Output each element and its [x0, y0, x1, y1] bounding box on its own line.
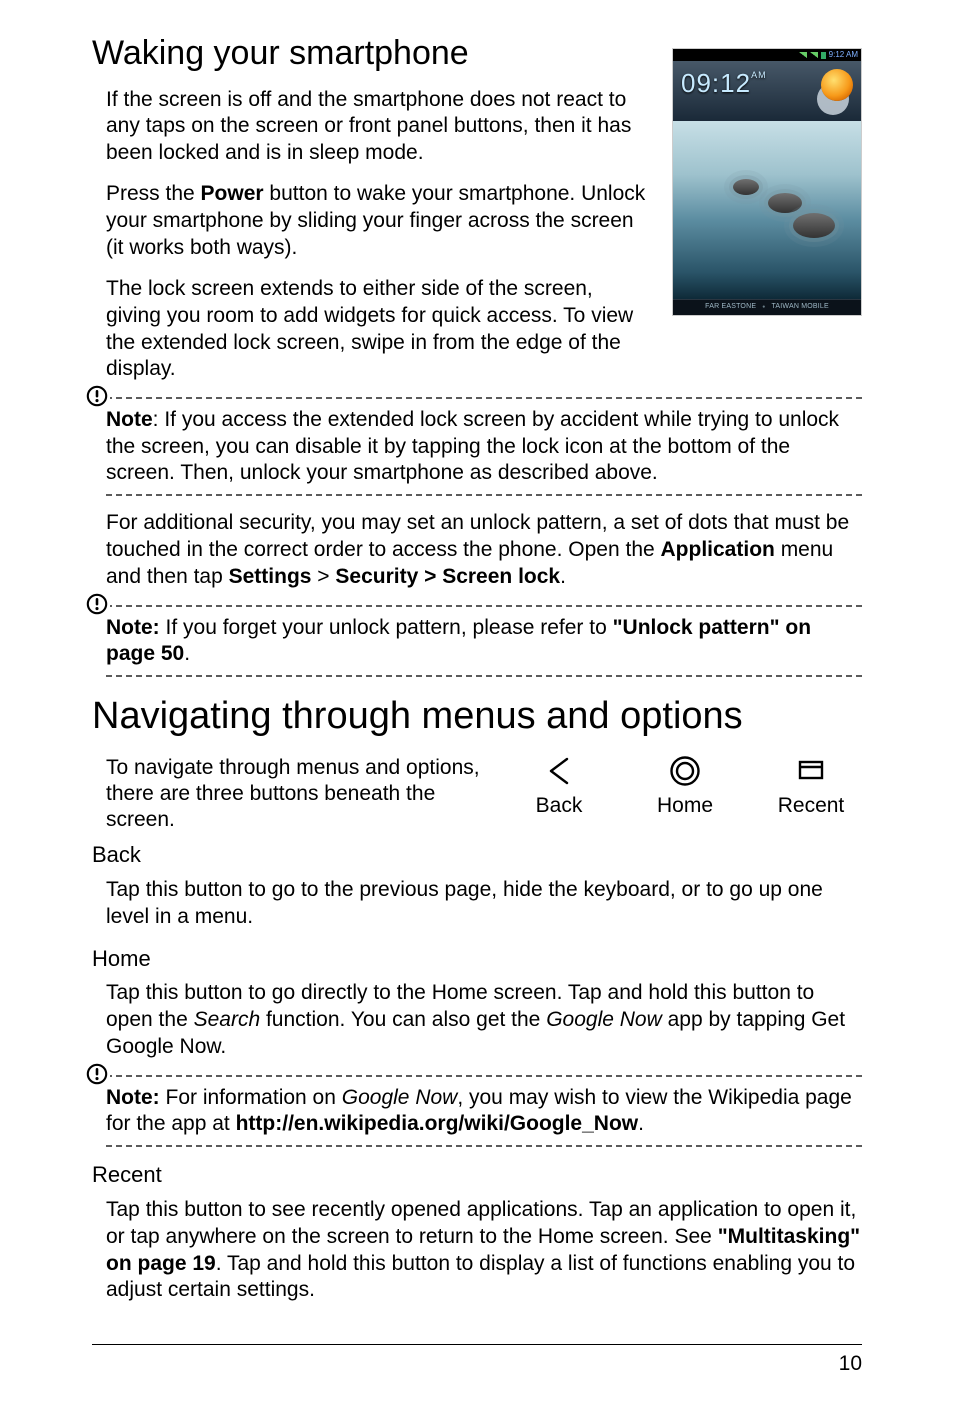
- text: .: [184, 642, 190, 665]
- lockscreen-top: 09:12AM: [673, 61, 861, 121]
- heading-navigating: Navigating through menus and options: [92, 693, 862, 741]
- lockscreen-carrier-bar: FAR EASTONE ● TAIWAN MOBILE: [673, 299, 861, 315]
- stone-graphic: [733, 179, 759, 195]
- back-label: Back: [536, 793, 583, 819]
- signal-icon: [810, 52, 818, 58]
- note-unlock-pattern: Note: If you forget your unlock pattern,…: [92, 605, 862, 678]
- battery-icon: [821, 52, 826, 59]
- home-subhead: Home: [92, 945, 862, 973]
- nav-icons-row: Back Home Recent: [514, 753, 856, 819]
- weather-icon: [821, 69, 853, 101]
- recent-icon: [793, 753, 829, 789]
- back-subhead: Back: [92, 841, 862, 869]
- carrier-b: TAIWAN MOBILE: [771, 303, 828, 312]
- security-path: Security > Screen lock: [335, 565, 560, 588]
- note-text: Note: If you access the extended lock sc…: [106, 407, 862, 486]
- signal-icon: [799, 52, 807, 58]
- text: : If you access the extended lock screen…: [106, 408, 839, 484]
- text: function. You can also get the: [260, 1008, 546, 1031]
- navigating-intro: To navigate through menus and options, t…: [106, 755, 504, 834]
- note-text: Note: If you forget your unlock pattern,…: [106, 615, 862, 668]
- home-icon: [667, 753, 703, 789]
- stone-graphic: [793, 213, 835, 238]
- status-time: 9:12 AM: [829, 50, 858, 60]
- text: .: [560, 565, 566, 588]
- text: Press the: [106, 182, 201, 205]
- text: . Tap and hold this button to display a …: [106, 1252, 855, 1302]
- recent-body: Tap this button to see recently opened a…: [106, 1197, 862, 1305]
- stone-graphic: [768, 193, 802, 213]
- note-label: Note:: [106, 1086, 160, 1109]
- google-now-em: Google Now: [546, 1008, 662, 1031]
- back-icon: [541, 753, 577, 789]
- lockscreen-ampm: AM: [751, 70, 767, 80]
- nav-recent: Recent: [766, 753, 856, 819]
- back-body: Tap this button to go to the previous pa…: [106, 877, 862, 931]
- carrier-a: FAR EASTONE: [705, 303, 756, 312]
- lockscreen-status-bar: 9:12 AM: [673, 49, 861, 61]
- nav-home: Home: [640, 753, 730, 819]
- text: For information on: [160, 1086, 342, 1109]
- alert-icon: [86, 593, 110, 615]
- lockscreen-time: 09:12: [681, 68, 751, 98]
- text: >: [311, 565, 335, 588]
- waking-p4: For additional security, you may set an …: [106, 510, 862, 591]
- note-label: Note: [106, 408, 153, 431]
- page-number: 10: [839, 1352, 862, 1375]
- text: .: [638, 1112, 644, 1135]
- dot-icon: ●: [762, 304, 765, 310]
- recent-subhead: Recent: [92, 1161, 862, 1189]
- note-text: Note: For information on Google Now, you…: [106, 1085, 862, 1138]
- alert-icon: [86, 1063, 110, 1085]
- text: If you forget your unlock pattern, pleas…: [160, 616, 613, 639]
- application-label: Application: [661, 538, 775, 561]
- lockscreen-screenshot: 9:12 AM 09:12AM FAR EASTONE ● TAIWAN MOB…: [672, 48, 862, 316]
- nav-back: Back: [514, 753, 604, 819]
- waking-p3: The lock screen extends to either side o…: [106, 276, 652, 384]
- home-body: Tap this button to go directly to the Ho…: [106, 980, 862, 1061]
- page-footer: 10: [92, 1344, 862, 1377]
- search-em: Search: [194, 1008, 261, 1031]
- waking-p1: If the screen is off and the smartphone …: [106, 87, 652, 168]
- note-google-now: Note: For information on Google Now, you…: [92, 1075, 862, 1148]
- settings-label: Settings: [229, 565, 312, 588]
- lockscreen-wallpaper: [673, 121, 861, 299]
- recent-label: Recent: [778, 793, 845, 819]
- waking-p2: Press the Power button to wake your smar…: [106, 181, 652, 262]
- power-label: Power: [201, 182, 264, 205]
- alert-icon: [86, 385, 110, 407]
- home-label: Home: [657, 793, 713, 819]
- note-extended-lock: Note: If you access the extended lock sc…: [92, 397, 862, 496]
- google-now-em: Google Now: [342, 1086, 458, 1109]
- note-label: Note:: [106, 616, 160, 639]
- wikipedia-url: http://en.wikipedia.org/wiki/Google_Now: [236, 1112, 639, 1135]
